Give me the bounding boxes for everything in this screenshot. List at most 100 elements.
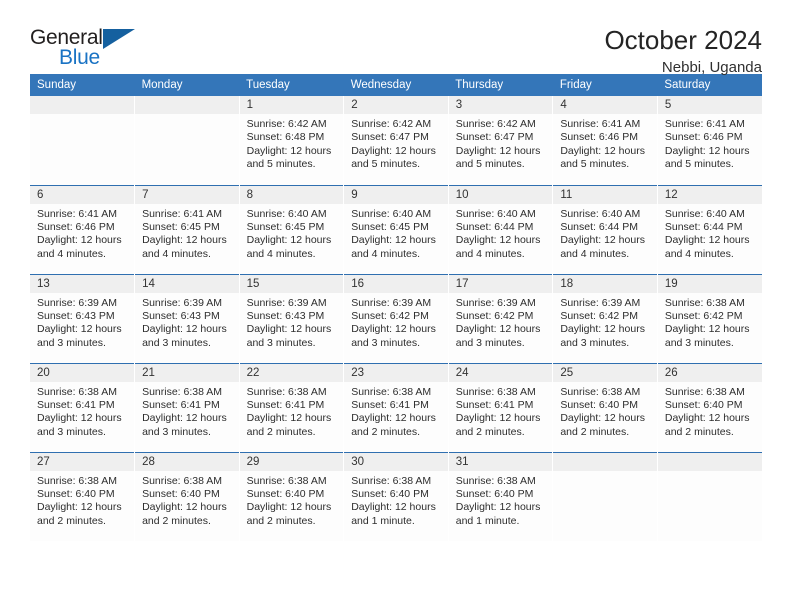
sunrise-text: Sunrise: 6:39 AM [351,296,432,309]
calendar-day-cell[interactable]: 21 Sunrise: 6:38 AM Sunset: 6:41 PM Dayligh… [134,362,240,452]
sunrise-text: Sunrise: 6:38 AM [560,385,641,398]
day-sun-info: Sunrise: 6:41 AM Sunset: 6:46 PM Daylight:… [658,114,762,172]
sunrise-text: Sunrise: 6:41 AM [664,118,745,130]
sunset-text: Sunset: 6:40 PM [455,487,534,500]
weekday-header-row: Sunday Monday Tuesday Wednesday Thursday… [30,74,762,96]
sunrise-text: Sunrise: 6:38 AM [664,296,745,309]
calendar-day-cell[interactable]: 28 Sunrise: 6:38 AM Sunset: 6:40 PM Dayligh… [134,451,240,541]
daylight-text: Daylight: 12 hours and 2 minutes. [142,501,227,527]
day-sun-info: Sunrise: 6:40 AM Sunset: 6:44 PM Daylight:… [553,204,656,262]
calendar-day-cell[interactable]: 4 Sunrise: 6:41 AM Sunset: 6:46 PM Daylight… [552,96,658,185]
calendar-day-cell[interactable]: 12 Sunrise: 6:40 AM Sunset: 6:44 PM Dayligh… [657,184,762,274]
sunrise-text: Sunrise: 6:39 AM [37,296,117,309]
sunrise-text: Sunrise: 6:42 AM [455,118,536,130]
daylight-text: Daylight: 12 hours and 3 minutes. [142,323,227,349]
calendar-day-cell[interactable]: 31 Sunrise: 6:38 AM Sunset: 6:40 PM Dayligh… [448,451,554,541]
sunset-text: Sunset: 6:43 PM [37,309,115,322]
daylight-text: Daylight: 12 hours and 3 minutes. [664,323,750,349]
page-header: General Blue October 2024 Nebbi, Uganda [30,0,762,77]
location-subtitle: Nebbi, Uganda [661,59,762,77]
day-number: 9 [344,186,448,204]
calendar-day-cell[interactable]: 8 Sunrise: 6:40 AM Sunset: 6:45 PM Daylight… [239,184,345,274]
day-sun-info: Sunrise: 6:42 AM Sunset: 6:48 PM Daylight:… [240,114,343,172]
calendar-day-cell[interactable]: 11 Sunrise: 6:40 AM Sunset: 6:44 PM Dayligh… [552,184,658,274]
sunset-text: Sunset: 6:40 PM [142,487,220,500]
sunrise-text: Sunrise: 6:40 AM [246,207,327,220]
day-sun-info: Sunrise: 6:39 AM Sunset: 6:42 PM Daylight:… [553,293,656,351]
day-sun-info: Sunrise: 6:38 AM Sunset: 6:41 PM Daylight:… [449,382,552,440]
day-number: 19 [657,275,762,293]
calendar-day-cell[interactable]: 3 Sunrise: 6:42 AM Sunset: 6:47 PM Daylight… [448,96,554,185]
triangle-icon [103,29,135,49]
sunset-text: Sunset: 6:44 PM [560,220,638,233]
calendar-week-row: 13 Sunrise: 6:39 AM Sunset: 6:43 PM Dayligh… [30,273,762,363]
sunrise-text: Sunrise: 6:41 AM [37,207,117,220]
day-sun-info: Sunrise: 6:40 AM Sunset: 6:45 PM Daylight:… [240,204,343,262]
calendar-empty-cell [30,96,136,185]
day-sun-info: Sunrise: 6:38 AM Sunset: 6:40 PM Daylight:… [240,471,343,529]
sunset-text: Sunset: 6:42 PM [351,309,429,322]
page-title: October 2024 [604,25,762,55]
sunrise-text: Sunrise: 6:38 AM [351,474,432,487]
calendar-day-cell[interactable]: 15 Sunrise: 6:39 AM Sunset: 6:43 PM Dayligh… [239,273,345,363]
calendar-day-cell[interactable]: 9 Sunrise: 6:40 AM Sunset: 6:45 PM Daylight… [343,184,449,274]
calendar-day-cell[interactable]: 30 Sunrise: 6:38 AM Sunset: 6:40 PM Dayligh… [343,451,449,541]
day-number: 11 [553,186,657,204]
calendar-day-cell[interactable]: 16 Sunrise: 6:39 AM Sunset: 6:42 PM Dayligh… [343,273,449,363]
sunrise-text: Sunrise: 6:41 AM [142,207,223,220]
sunset-text: Sunset: 6:40 PM [246,487,325,500]
calendar-week-row: 27 Sunrise: 6:38 AM Sunset: 6:40 PM Dayligh… [30,451,762,541]
calendar-day-cell[interactable]: 26 Sunrise: 6:38 AM Sunset: 6:40 PM Dayligh… [657,362,762,452]
calendar-day-cell[interactable]: 17 Sunrise: 6:39 AM Sunset: 6:42 PM Dayligh… [448,273,554,363]
calendar-day-cell[interactable]: 22 Sunrise: 6:38 AM Sunset: 6:41 PM Dayligh… [239,362,345,452]
sunset-text: Sunset: 6:45 PM [142,220,220,233]
sunrise-text: Sunrise: 6:41 AM [560,118,641,130]
calendar-day-cell[interactable]: 14 Sunrise: 6:39 AM Sunset: 6:43 PM Dayligh… [134,273,240,363]
calendar-day-cell[interactable]: 25 Sunrise: 6:38 AM Sunset: 6:40 PM Dayligh… [552,362,658,452]
sunset-text: Sunset: 6:42 PM [664,309,743,322]
calendar-day-cell[interactable]: 6 Sunrise: 6:41 AM Sunset: 6:46 PM Daylight… [30,184,136,274]
day-number: 20 [30,364,134,382]
calendar-day-cell[interactable]: 1 Sunrise: 6:42 AM Sunset: 6:48 PM Daylight… [239,96,345,185]
calendar-day-cell[interactable]: 18 Sunrise: 6:39 AM Sunset: 6:42 PM Dayligh… [552,273,658,363]
day-number: 30 [344,453,448,471]
weekday-header-wednesday: Wednesday [343,74,449,96]
sunset-text: Sunset: 6:42 PM [560,309,638,322]
sunrise-text: Sunrise: 6:39 AM [560,296,641,309]
sunset-text: Sunset: 6:45 PM [246,220,325,233]
daylight-text: Daylight: 12 hours and 2 minutes. [455,412,541,438]
calendar-day-cell[interactable]: 27 Sunrise: 6:38 AM Sunset: 6:40 PM Dayligh… [30,451,136,541]
calendar-day-cell[interactable]: 10 Sunrise: 6:40 AM Sunset: 6:44 PM Dayligh… [448,184,554,274]
calendar-day-cell[interactable]: 20 Sunrise: 6:38 AM Sunset: 6:41 PM Dayligh… [30,362,136,452]
sunset-text: Sunset: 6:45 PM [351,220,429,233]
calendar-day-cell[interactable]: 19 Sunrise: 6:38 AM Sunset: 6:42 PM Dayligh… [657,273,762,363]
general-blue-logo[interactable]: General Blue [30,26,150,72]
day-sun-info: Sunrise: 6:38 AM Sunset: 6:41 PM Daylight:… [240,382,343,440]
sunrise-text: Sunrise: 6:39 AM [455,296,536,309]
sunrise-text: Sunrise: 6:40 AM [560,207,641,220]
calendar-day-cell[interactable]: 7 Sunrise: 6:41 AM Sunset: 6:45 PM Daylight… [134,184,240,274]
calendar-day-cell[interactable]: 2 Sunrise: 6:42 AM Sunset: 6:47 PM Daylight… [343,96,449,185]
sunrise-text: Sunrise: 6:42 AM [351,118,432,130]
daylight-text: Daylight: 12 hours and 3 minutes. [246,323,332,349]
day-number: 24 [448,364,552,382]
calendar-day-cell[interactable]: 29 Sunrise: 6:38 AM Sunset: 6:40 PM Dayligh… [239,451,345,541]
sunset-text: Sunset: 6:40 PM [664,398,743,411]
sunrise-text: Sunrise: 6:42 AM [246,118,327,130]
sunset-text: Sunset: 6:41 PM [142,398,220,411]
day-sun-info: Sunrise: 6:38 AM Sunset: 6:40 PM Daylight:… [30,471,134,529]
daylight-text: Daylight: 12 hours and 5 minutes. [455,144,541,171]
calendar-day-cell[interactable]: 5 Sunrise: 6:41 AM Sunset: 6:46 PM Daylight… [657,96,762,185]
calendar-day-cell[interactable]: 24 Sunrise: 6:38 AM Sunset: 6:41 PM Dayligh… [448,362,554,452]
day-number: 3 [448,96,552,114]
calendar-day-cell[interactable]: 23 Sunrise: 6:38 AM Sunset: 6:41 PM Dayligh… [343,362,449,452]
daylight-text: Daylight: 12 hours and 3 minutes. [37,323,122,349]
daylight-text: Daylight: 12 hours and 5 minutes. [664,144,750,171]
sunrise-text: Sunrise: 6:38 AM [455,474,536,487]
title-block: October 2024 Nebbi, Uganda [604,25,762,77]
calendar-day-cell[interactable]: 13 Sunrise: 6:39 AM Sunset: 6:43 PM Dayligh… [30,273,136,363]
day-sun-info: Sunrise: 6:38 AM Sunset: 6:40 PM Daylight:… [449,471,552,529]
sunset-text: Sunset: 6:47 PM [351,131,429,144]
sunset-text: Sunset: 6:47 PM [455,131,534,144]
day-number: 22 [239,364,343,382]
